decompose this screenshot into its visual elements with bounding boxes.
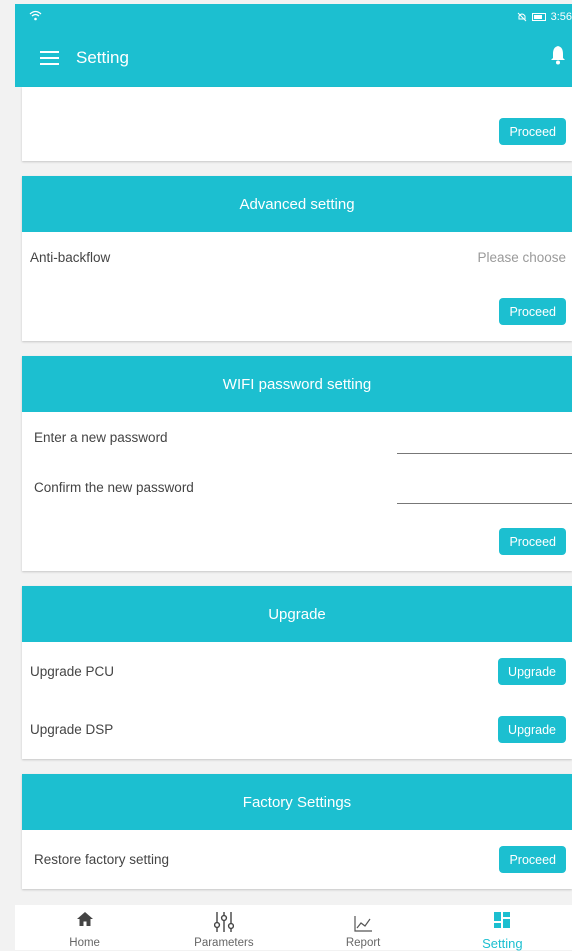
nav-label: Parameters bbox=[194, 937, 254, 949]
nav-setting[interactable]: Setting bbox=[433, 905, 572, 951]
new-password-input[interactable] bbox=[397, 431, 572, 454]
new-password-label: Enter a new password bbox=[34, 430, 168, 445]
proceed-button[interactable]: Proceed bbox=[499, 846, 566, 873]
nav-label: Setting bbox=[482, 936, 523, 951]
bell-icon[interactable] bbox=[550, 45, 566, 65]
anti-backflow-label: Anti-backflow bbox=[30, 250, 111, 265]
wifi-icon bbox=[29, 10, 42, 21]
nav-label: Report bbox=[345, 937, 381, 949]
battery-icon bbox=[531, 13, 546, 21]
upgrade-dsp-button[interactable]: Upgrade bbox=[498, 716, 566, 743]
sliders-icon bbox=[213, 912, 234, 932]
nav-home[interactable]: Home bbox=[15, 905, 154, 950]
upgrade-pcu-button[interactable]: Upgrade bbox=[498, 658, 566, 685]
anti-backflow-select[interactable]: Please choose bbox=[477, 250, 566, 265]
status-indicators: 3:56 bbox=[517, 11, 572, 23]
proceed-button[interactable]: Proceed bbox=[499, 118, 566, 145]
upgrade-dsp-label: Upgrade DSP bbox=[30, 722, 114, 737]
bottom-nav: Home Parameters Report Setting bbox=[15, 905, 572, 951]
nav-report[interactable]: Report bbox=[294, 905, 433, 950]
upgrade-pcu-label: Upgrade PCU bbox=[30, 664, 115, 679]
proceed-button[interactable]: Proceed bbox=[499, 298, 566, 325]
advanced-setting-header: Advanced setting bbox=[22, 176, 572, 232]
nav-parameters[interactable]: Parameters bbox=[154, 905, 293, 950]
page-title: Setting bbox=[76, 48, 129, 67]
menu-icon[interactable] bbox=[40, 51, 59, 69]
upgrade-card: Upgrade Upgrade PCU Upgrade Upgrade DSP … bbox=[22, 586, 572, 759]
status-time: 3:56 bbox=[550, 11, 572, 23]
status-bar: 3:56 bbox=[15, 4, 572, 32]
nav-label: Home bbox=[69, 937, 100, 949]
confirm-password-label: Confirm the new password bbox=[34, 480, 194, 495]
home-icon bbox=[76, 912, 93, 926]
confirm-password-input[interactable] bbox=[397, 481, 572, 504]
factory-settings-card: Factory Settings Restore factory setting… bbox=[22, 774, 572, 889]
upgrade-header: Upgrade bbox=[22, 586, 572, 642]
proceed-button[interactable]: Proceed bbox=[499, 528, 566, 555]
top-card: Proceed bbox=[22, 87, 572, 161]
factory-settings-header: Factory Settings bbox=[22, 774, 572, 830]
wifi-password-header: WIFI password setting bbox=[22, 356, 572, 412]
app-bar: Setting bbox=[15, 32, 572, 87]
wifi-password-card: WIFI password setting Enter a new passwo… bbox=[22, 356, 572, 571]
advanced-setting-card: Advanced setting Anti-backflow Please ch… bbox=[22, 176, 572, 341]
grid-icon bbox=[494, 912, 511, 928]
chart-icon bbox=[354, 916, 373, 932]
restore-factory-label: Restore factory setting bbox=[34, 852, 170, 867]
mute-bell-icon bbox=[517, 12, 526, 22]
